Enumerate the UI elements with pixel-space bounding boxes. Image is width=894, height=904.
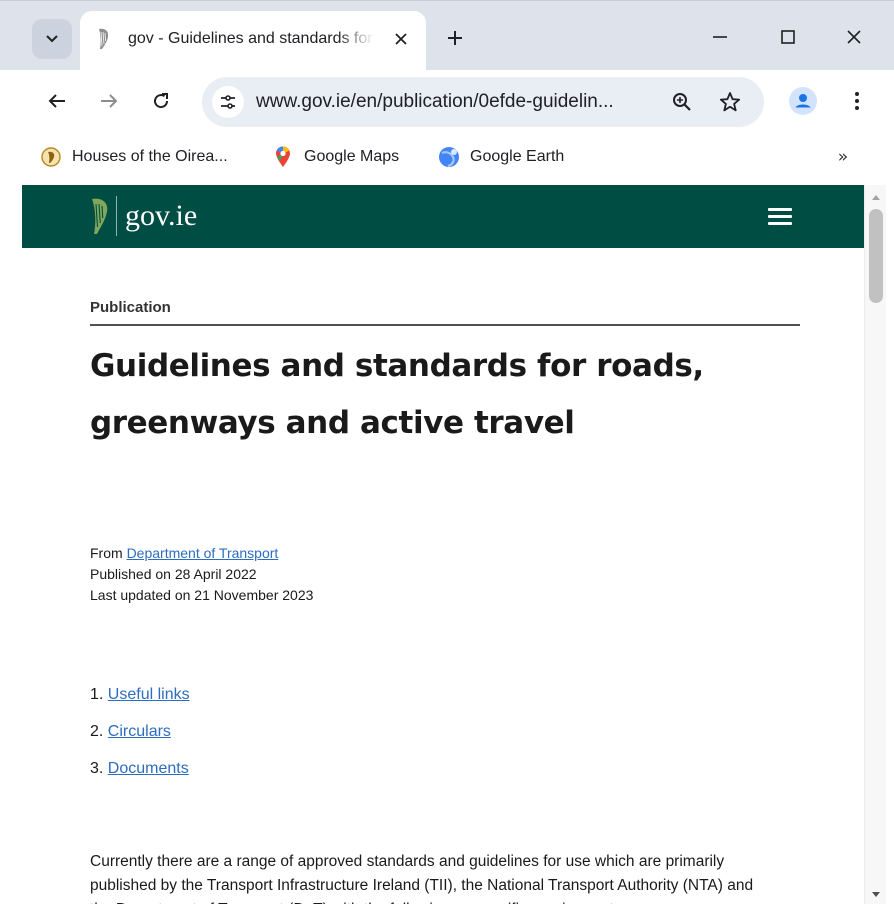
title-divider (90, 324, 800, 326)
bookmarks-overflow-button[interactable]: » (830, 142, 856, 172)
page-title: Guidelines and standards for roads, gree… (90, 348, 704, 441)
zoom-button[interactable] (666, 86, 698, 118)
toc-link-useful-links[interactable]: Useful links (108, 686, 190, 703)
bookmark-google-earth[interactable]: Google Earth (438, 142, 564, 172)
new-tab-button[interactable] (440, 23, 470, 53)
site-header: gov.ie (22, 185, 864, 248)
more-vertical-icon (855, 92, 859, 110)
menu-bar (768, 222, 792, 225)
gov-ie-logo[interactable]: gov.ie (88, 195, 197, 237)
window-close-button[interactable] (832, 15, 876, 59)
active-tab[interactable]: gov - Guidelines and standards for roads… (80, 11, 426, 71)
department-link[interactable]: Department of Transport (127, 545, 279, 561)
intro-paragraph: Currently there are a range of approved … (90, 853, 754, 904)
browser-menu-button[interactable] (840, 84, 874, 118)
back-arrow-icon (48, 94, 65, 108)
bookmark-label: Houses of the Oirea... (72, 148, 228, 165)
close-icon (847, 30, 861, 44)
table-of-contents: 1. Useful links 2. Circulars 3. Document… (90, 684, 490, 795)
profile-avatar-icon (789, 87, 817, 115)
reload-icon (154, 93, 169, 109)
toc-item: 1. Useful links (90, 684, 490, 721)
publication-meta: From Department of Transport Published o… (90, 543, 690, 606)
published-date: Published on 28 April 2022 (90, 566, 257, 582)
forward-arrow-icon (101, 94, 118, 108)
maximize-button[interactable] (766, 15, 810, 59)
bookmark-google-maps[interactable]: Google Maps (272, 142, 399, 172)
toc-link-circulars[interactable]: Circulars (108, 723, 171, 740)
from-line: From Department of Transport (90, 543, 690, 564)
minimize-icon (713, 36, 727, 38)
site-info-button[interactable] (212, 86, 244, 118)
oireachtas-harp-icon (40, 146, 62, 168)
bookmarks-bar: Houses of the Oirea... Google Maps Googl… (0, 136, 894, 178)
scrollbar-thumb[interactable] (869, 209, 883, 303)
toc-number: 3. (90, 760, 104, 777)
toc-number: 2. (90, 723, 104, 740)
toc-item: 3. Documents (90, 758, 490, 795)
tab-search-button[interactable] (32, 19, 72, 59)
maximize-icon (781, 30, 795, 44)
harp-icon (92, 198, 108, 234)
toc-number: 1. (90, 686, 104, 703)
page-viewport: gov.ie Publication Guidelines and standa… (22, 185, 864, 904)
address-bar[interactable]: www.gov.ie/en/publication/0efde-guidelin… (202, 77, 764, 127)
toc-link-documents[interactable]: Documents (108, 760, 189, 777)
chevron-down-icon (46, 35, 58, 43)
map-pin-icon (272, 146, 294, 168)
bookmark-label: Google Earth (470, 148, 565, 165)
star-icon (719, 92, 741, 112)
tune-icon (221, 95, 235, 109)
menu-bar (768, 215, 792, 218)
harp-icon (99, 28, 109, 49)
reload-button[interactable] (144, 84, 178, 118)
tab-strip: gov - Guidelines and standards for roads… (0, 0, 894, 71)
url-text[interactable]: www.gov.ie/en/publication/0efde-guidelin… (256, 89, 658, 115)
content-type-label: Publication (90, 299, 171, 316)
browser-window: gov - Guidelines and standards for roads… (0, 0, 894, 904)
back-button[interactable] (40, 84, 74, 118)
logo-text: gov.ie (125, 199, 198, 232)
menu-bar (768, 208, 792, 211)
globe-icon (438, 146, 460, 168)
vertical-scrollbar[interactable] (864, 185, 886, 904)
minimize-button[interactable] (698, 15, 742, 59)
bookmark-label: Google Maps (304, 148, 400, 165)
from-prefix: From (90, 545, 123, 561)
updated-date: Last updated on 21 November 2023 (90, 587, 314, 603)
hamburger-menu-icon[interactable] (766, 205, 794, 229)
tab-title: gov - Guidelines and standards for roads… (128, 30, 374, 47)
scroll-up-arrow-icon[interactable] (872, 195, 880, 200)
zoom-icon (673, 93, 691, 111)
profile-button[interactable] (786, 84, 820, 118)
bookmark-houses-of-the-oireachtas[interactable]: Houses of the Oirea... (40, 142, 228, 172)
plus-icon (448, 31, 462, 45)
toc-item: 2. Circulars (90, 721, 490, 758)
logo-divider (116, 196, 117, 236)
bookmark-star-button[interactable] (714, 86, 746, 118)
tab-close-button[interactable] (388, 26, 414, 52)
scroll-down-arrow-icon[interactable] (872, 892, 880, 897)
forward-button[interactable] (92, 84, 126, 118)
close-icon (395, 33, 407, 45)
